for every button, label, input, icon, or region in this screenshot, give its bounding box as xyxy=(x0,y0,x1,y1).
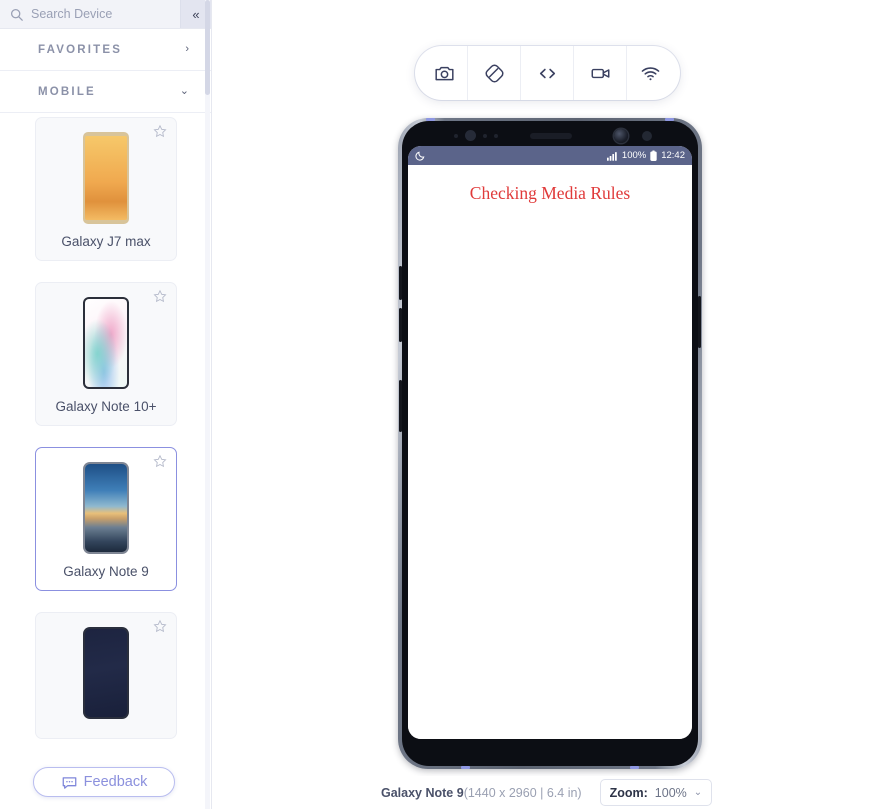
device-meta-spec: (1440 x 2960 | 6.4 in) xyxy=(463,785,582,800)
zoom-label: Zoom: xyxy=(609,785,648,800)
zoom-dropdown[interactable]: Zoom: 100% ⌄ xyxy=(599,779,713,806)
antenna-line-bottom-right xyxy=(630,766,639,769)
iris-scanner-icon xyxy=(465,130,476,141)
favorite-star-icon[interactable] xyxy=(153,619,167,633)
device-list: Galaxy J7 max Galaxy Note 10+ Galaxy Not… xyxy=(0,117,212,739)
battery-icon xyxy=(650,150,657,161)
device-card-galaxy-note-9[interactable]: Galaxy Note 9 xyxy=(35,446,177,591)
sensor-dot xyxy=(494,134,498,138)
device-toolbar xyxy=(415,46,680,100)
search-row: « xyxy=(0,0,211,29)
app-root: « FAVORITES › MOBILE ⌄ xyxy=(0,0,880,809)
code-brackets-icon xyxy=(537,63,558,84)
front-camera-icon xyxy=(614,129,628,143)
antenna-line-top-left xyxy=(426,118,435,121)
sensor-dot xyxy=(642,131,652,141)
search-icon xyxy=(10,8,23,21)
battery-percent-label: 100% xyxy=(621,150,647,161)
devtools-button[interactable] xyxy=(521,46,574,100)
device-card-label: Galaxy Note 10+ xyxy=(55,398,157,414)
favorite-star-icon[interactable] xyxy=(153,124,167,138)
zoom-value: 100% xyxy=(654,785,687,800)
device-thumbnail xyxy=(83,626,129,719)
section-title-favorites: FAVORITES xyxy=(38,43,123,56)
chat-bubble-icon xyxy=(61,774,78,791)
sidebar-section-mobile[interactable]: MOBILE ⌄ xyxy=(0,71,211,113)
device-card-galaxy-j7-max[interactable]: Galaxy J7 max xyxy=(35,117,177,261)
network-button[interactable] xyxy=(627,46,680,100)
feedback-button[interactable]: Feedback xyxy=(33,767,175,797)
device-preview-frame: 100% 12:42 Checking Media Rules xyxy=(398,118,702,769)
device-screen[interactable]: 100% 12:42 Checking Media Rules xyxy=(408,146,692,739)
device-thumbnail xyxy=(83,296,129,389)
device-card-label: Galaxy Note 9 xyxy=(63,563,149,579)
signal-bars-icon xyxy=(606,151,618,161)
device-card-galaxy-note-10-plus[interactable]: Galaxy Note 10+ xyxy=(35,281,177,426)
sensor-dot xyxy=(483,134,487,138)
sidebar-scrollbar-thumb[interactable] xyxy=(205,0,210,95)
camera-icon xyxy=(434,63,455,84)
sidebar-section-favorites[interactable]: FAVORITES › xyxy=(0,29,211,71)
volume-up-button[interactable] xyxy=(399,266,402,300)
favorite-star-icon[interactable] xyxy=(153,289,167,303)
antenna-line-top-right xyxy=(665,118,674,121)
favorite-star-icon[interactable] xyxy=(153,454,167,468)
section-title-mobile: MOBILE xyxy=(38,85,96,98)
volume-down-button[interactable] xyxy=(399,308,402,342)
device-sidebar: « FAVORITES › MOBILE ⌄ xyxy=(0,0,212,809)
status-bar-right: 100% 12:42 xyxy=(606,150,685,161)
record-button[interactable] xyxy=(574,46,627,100)
chevron-right-icon: › xyxy=(185,43,189,55)
search-box[interactable] xyxy=(0,0,180,28)
device-status-bar: 100% 12:42 xyxy=(408,146,692,165)
feedback-label: Feedback xyxy=(83,774,148,790)
rendered-page-content[interactable]: Checking Media Rules xyxy=(408,165,692,739)
sidebar-scrollbar-track[interactable] xyxy=(205,0,210,809)
device-thumbnail xyxy=(83,461,129,554)
chevron-down-icon: ⌄ xyxy=(693,787,703,798)
device-card-label: Galaxy J7 max xyxy=(61,234,151,249)
wifi-icon xyxy=(640,63,661,84)
antenna-line-bottom-left xyxy=(461,766,470,769)
device-card-partial[interactable] xyxy=(35,611,177,739)
sensor-dot xyxy=(454,134,458,138)
earpiece-speaker xyxy=(530,133,572,139)
bixby-button[interactable] xyxy=(399,380,402,432)
crescent-moon-icon xyxy=(415,150,426,161)
status-bar-left xyxy=(415,150,426,161)
clock-label: 12:42 xyxy=(661,150,685,161)
device-meta: Galaxy Note 9(1440 x 2960 | 6.4 in) xyxy=(381,786,582,800)
page-heading: Checking Media Rules xyxy=(469,183,631,203)
screenshot-button[interactable] xyxy=(415,46,468,100)
device-meta-name: Galaxy Note 9 xyxy=(381,785,464,800)
search-input[interactable] xyxy=(31,7,170,21)
device-list-scroll-area[interactable]: Galaxy J7 max Galaxy Note 10+ Galaxy Not… xyxy=(0,117,212,809)
device-thumbnail xyxy=(83,132,129,224)
power-button[interactable] xyxy=(698,296,701,348)
main-panel: 100% 12:42 Checking Media Rules Galaxy N… xyxy=(212,0,880,809)
video-camera-icon xyxy=(590,63,611,84)
rotate-button[interactable] xyxy=(468,46,521,100)
bottom-status-bar: Galaxy Note 9(1440 x 2960 | 6.4 in) Zoom… xyxy=(212,776,880,809)
chevron-down-icon: ⌄ xyxy=(179,85,189,97)
rotate-device-icon xyxy=(484,63,505,84)
